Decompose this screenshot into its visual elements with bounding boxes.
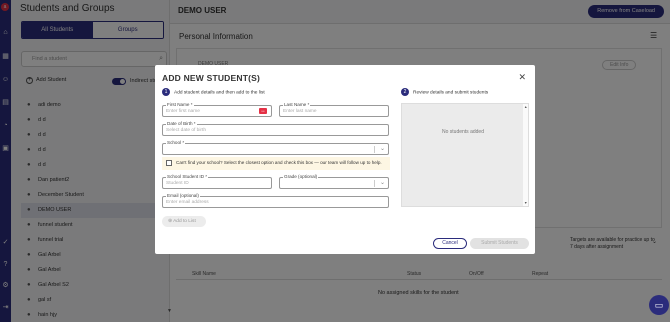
add-to-list-button[interactable]: ⊕ Add to List xyxy=(162,216,206,227)
school-select[interactable]: School * ⌄ xyxy=(162,140,389,155)
first-name-label: First Name * xyxy=(166,102,194,108)
school-label: School * xyxy=(166,140,186,146)
select-separator xyxy=(374,180,375,187)
chevron-down-icon: ⌄ xyxy=(379,180,385,186)
add-to-list-label: Add to List xyxy=(173,219,196,224)
first-name-field[interactable]: First Name * Enter first name ••• xyxy=(162,102,272,117)
step-2-number: 2 xyxy=(401,88,409,96)
close-icon[interactable]: ✕ xyxy=(518,72,526,83)
dob-placeholder: Select date of birth xyxy=(166,128,206,133)
chevron-down-icon: ⌄ xyxy=(379,146,385,152)
school-student-id-field[interactable]: School Student ID * Student ID xyxy=(162,174,272,189)
scroll-up-icon[interactable]: ▲ xyxy=(524,105,527,109)
last-name-label: Last Name * xyxy=(283,102,311,108)
email-placeholder: Enter email address xyxy=(166,200,209,205)
email-field[interactable]: Email (optional) Enter email address xyxy=(162,193,389,208)
step-1: 1 Add student details and then add to the… xyxy=(162,88,265,96)
last-name-placeholder: Enter last name xyxy=(283,109,317,114)
step-2-text: Review details and submit students xyxy=(413,90,489,96)
step-1-number: 1 xyxy=(162,88,170,96)
scrollbar[interactable]: ▲ ▼ xyxy=(523,104,528,206)
school-id-label: School Student ID * xyxy=(166,174,209,180)
grade-label: Grade (optional) xyxy=(283,174,319,180)
notice-text: Can't find your school? Select the close… xyxy=(176,160,382,165)
first-name-placeholder: Enter first name xyxy=(166,109,200,114)
school-notice: Can't find your school? Select the close… xyxy=(162,157,390,170)
cancel-button[interactable]: Cancel xyxy=(433,238,467,249)
students-review-list: No students added ▲ ▼ xyxy=(401,103,529,207)
modal-title: ADD NEW STUDENT(S) xyxy=(162,73,261,83)
email-label: Email (optional) xyxy=(166,193,200,199)
no-students-message: No students added xyxy=(442,129,484,135)
step-2: 2 Review details and submit students xyxy=(401,88,488,96)
submit-students-button[interactable]: Submit Students xyxy=(470,238,529,249)
school-id-placeholder: Student ID xyxy=(166,181,189,186)
chat-icon[interactable]: ▭ xyxy=(649,295,669,315)
autofill-icon[interactable]: ••• xyxy=(259,108,267,114)
select-separator xyxy=(374,146,375,153)
step-1-text: Add student details and then add to the … xyxy=(174,90,265,96)
cant-find-school-checkbox[interactable] xyxy=(166,160,172,166)
date-of-birth-field[interactable]: Date of Birth * Select date of birth xyxy=(162,121,389,136)
last-name-field[interactable]: Last Name * Enter last name xyxy=(279,102,389,117)
scroll-down-icon[interactable]: ▼ xyxy=(524,201,527,205)
dob-label: Date of Birth * xyxy=(166,121,197,127)
plus-circle-icon: ⊕ xyxy=(168,219,173,224)
grade-select[interactable]: Grade (optional) ⌄ xyxy=(279,174,389,189)
